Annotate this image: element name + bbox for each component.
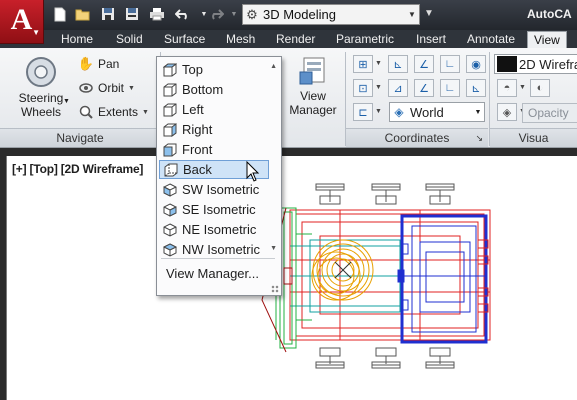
view-nw-isometric-item[interactable]: NW Isometric [159,240,269,259]
view-right-item[interactable]: Right [159,120,269,139]
view-back-label: Back [183,162,212,177]
view-ne-isometric-label: NE Isometric [182,222,257,237]
teal-rails [290,239,401,313]
view-cube-ne-iso-icon [162,222,178,237]
application-menu-button[interactable]: A ▼ [0,0,44,44]
view-bottom-item[interactable]: Bottom [159,80,269,99]
view-cube-right-icon [162,122,178,137]
blue-housing [397,214,488,344]
view-left-item[interactable]: Left [159,100,269,119]
view-cube-left-icon [162,103,178,117]
view-cube-front-icon [162,143,178,157]
view-top-item[interactable]: Top [159,60,269,79]
scroll-down-icon[interactable]: ▼ [270,245,277,252]
view-se-isometric-item[interactable]: SE Isometric [159,200,269,219]
autocad-logo-icon: A [10,2,33,36]
view-cube-bottom-icon [162,83,178,97]
menu-divider [161,258,275,259]
view-se-isometric-label: SE Isometric [182,202,256,217]
mouse-pointer-icon [246,161,260,182]
resize-grip-icon[interactable] [271,285,279,293]
view-ne-isometric-item[interactable]: NE Isometric [159,220,269,239]
view-left-label: Left [182,102,204,117]
view-manager-menu-item[interactable]: View Manager... [166,266,259,281]
view-front-label: Front [182,142,213,157]
view-right-label: Right [182,122,213,137]
view-bottom-label: Bottom [182,82,224,97]
view-cube-top-icon [162,63,178,77]
view-nw-isometric-label: NW Isometric [182,242,260,257]
view-front-item[interactable]: Front [159,140,269,159]
scroll-up-icon[interactable]: ▲ [270,63,277,70]
view-cube-nw-iso-icon [162,242,178,257]
chevron-down-icon: ▼ [32,28,40,37]
red-frame [289,209,491,341]
view-top-label: Top [182,62,203,77]
view-cube-sw-iso-icon [162,182,178,197]
view-cube-back-icon [163,163,179,177]
view-sw-isometric-label: SW Isometric [182,182,260,197]
view-cube-se-iso-icon [162,202,178,217]
view-dropdown-menu: ▲ Top Bottom Left Right Front Back SW Is… [156,56,282,296]
cad-drawing [261,183,491,369]
